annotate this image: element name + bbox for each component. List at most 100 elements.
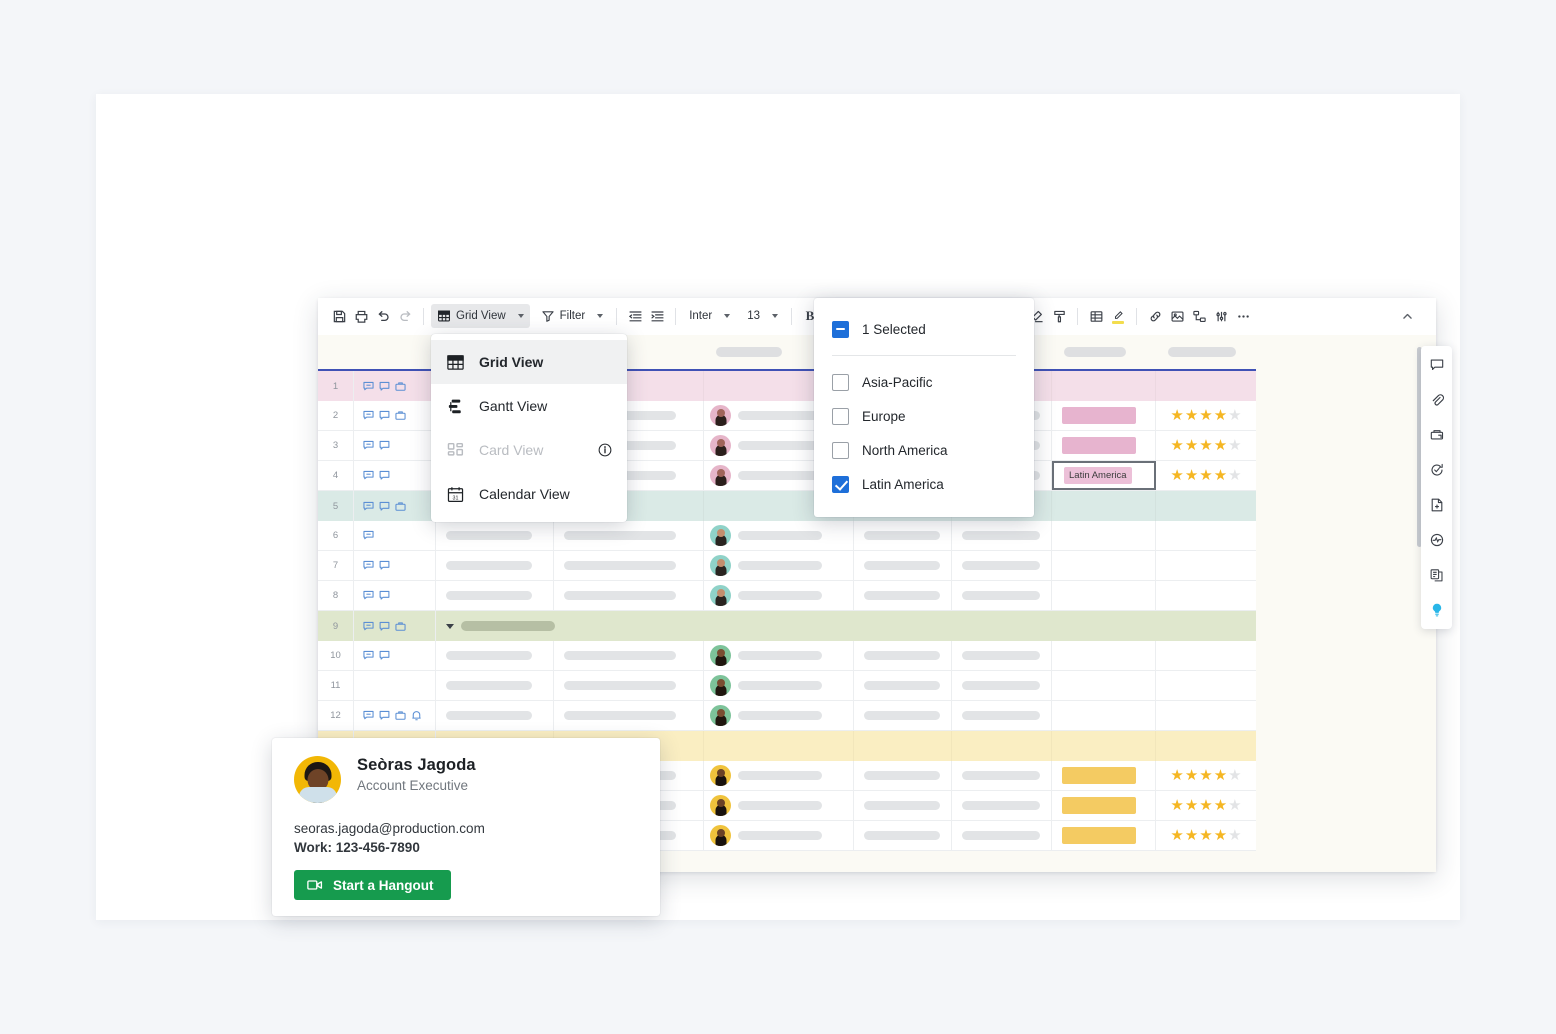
table-row[interactable]: 10 bbox=[318, 641, 1256, 671]
briefcase-icon[interactable] bbox=[394, 409, 407, 422]
grid-header-cell[interactable] bbox=[1052, 347, 1156, 357]
view-selector-button[interactable]: Grid View bbox=[431, 304, 530, 328]
grid-cell[interactable] bbox=[1052, 731, 1156, 761]
publish-icon[interactable] bbox=[1426, 564, 1448, 586]
star-icon[interactable]: ★ bbox=[1228, 438, 1241, 453]
insert-link-icon[interactable] bbox=[1144, 305, 1166, 327]
chat-icon[interactable] bbox=[378, 709, 391, 722]
grid-cell-region[interactable] bbox=[1052, 671, 1156, 700]
grid-cell[interactable] bbox=[704, 731, 854, 761]
more-options-icon[interactable] bbox=[1232, 305, 1254, 327]
grid-cell[interactable] bbox=[436, 581, 554, 610]
briefcase-icon[interactable] bbox=[394, 380, 407, 393]
chat-icon[interactable] bbox=[378, 620, 391, 633]
comment-icon[interactable] bbox=[362, 620, 375, 633]
redo-icon[interactable] bbox=[394, 305, 416, 327]
print-icon[interactable] bbox=[350, 305, 372, 327]
checkbox[interactable] bbox=[832, 407, 849, 425]
grid-cell-rating[interactable]: ★ ★ ★ ★ ★ bbox=[1156, 461, 1256, 490]
grid-cell[interactable] bbox=[436, 641, 554, 670]
star-icon[interactable]: ★ bbox=[1170, 768, 1183, 783]
comment-icon[interactable] bbox=[362, 439, 375, 452]
grid-cell[interactable] bbox=[436, 701, 554, 730]
avatar[interactable] bbox=[710, 585, 731, 606]
grid-cell[interactable] bbox=[1052, 491, 1156, 521]
star-icon[interactable]: ★ bbox=[1185, 468, 1198, 483]
grid-cell[interactable] bbox=[952, 761, 1052, 790]
table-row[interactable]: 12 bbox=[318, 701, 1256, 731]
grid-cell[interactable] bbox=[952, 731, 1052, 761]
grid-cell[interactable] bbox=[554, 641, 704, 670]
avatar[interactable] bbox=[710, 675, 731, 696]
star-rating[interactable]: ★ ★ ★ ★ ★ bbox=[1170, 828, 1241, 843]
star-icon[interactable]: ★ bbox=[1228, 798, 1241, 813]
grid-cell[interactable] bbox=[436, 551, 554, 580]
grid-cell-region[interactable]: Latin America bbox=[1052, 461, 1156, 490]
star-rating[interactable]: ★ ★ ★ ★ ★ bbox=[1170, 408, 1241, 423]
hierarchy-icon[interactable] bbox=[1188, 305, 1210, 327]
comment-icon[interactable] bbox=[362, 559, 375, 572]
lightbulb-icon[interactable] bbox=[1426, 599, 1448, 621]
attachment-icon[interactable] bbox=[1426, 389, 1448, 411]
collapse-toolbar-button[interactable] bbox=[1396, 305, 1418, 327]
collapse-triangle-icon[interactable] bbox=[446, 623, 454, 629]
grid-cell[interactable] bbox=[554, 551, 704, 580]
table-row[interactable]: 11 bbox=[318, 671, 1256, 701]
grid-cell-region[interactable] bbox=[1052, 401, 1156, 430]
avatar[interactable] bbox=[710, 435, 731, 456]
grid-cell-region[interactable] bbox=[1052, 701, 1156, 730]
grid-cell-rating[interactable] bbox=[1156, 581, 1256, 610]
avatar[interactable] bbox=[710, 795, 731, 816]
grid-cell[interactable] bbox=[554, 671, 704, 700]
chat-icon[interactable] bbox=[378, 469, 391, 482]
grid-cell[interactable] bbox=[436, 521, 554, 550]
star-icon[interactable]: ★ bbox=[1214, 828, 1227, 843]
filter-button[interactable]: Filter bbox=[535, 304, 610, 328]
briefcase-icon[interactable] bbox=[394, 620, 407, 633]
grid-cell-region[interactable] bbox=[1052, 431, 1156, 460]
format-painter-icon[interactable] bbox=[1048, 305, 1070, 327]
star-icon[interactable]: ★ bbox=[1228, 468, 1241, 483]
comment-icon[interactable] bbox=[362, 409, 375, 422]
grid-cell[interactable] bbox=[854, 551, 952, 580]
grid-cell-rating[interactable] bbox=[1156, 671, 1256, 700]
grid-cell-rating[interactable] bbox=[1156, 551, 1256, 580]
chat-icon[interactable] bbox=[378, 559, 391, 572]
star-icon[interactable]: ★ bbox=[1170, 438, 1183, 453]
star-icon[interactable]: ★ bbox=[1185, 408, 1198, 423]
grid-cell-rating[interactable]: ★ ★ ★ ★ ★ bbox=[1156, 821, 1256, 850]
grid-cell-assignee[interactable] bbox=[704, 821, 854, 850]
column-settings-icon[interactable] bbox=[1210, 305, 1232, 327]
view-menu-item-grid-view[interactable]: Grid View bbox=[431, 340, 627, 384]
grid-cell[interactable] bbox=[952, 821, 1052, 850]
avatar[interactable] bbox=[710, 465, 731, 486]
info-icon[interactable] bbox=[597, 442, 613, 458]
comment-icon[interactable] bbox=[1426, 354, 1448, 376]
avatar[interactable] bbox=[710, 555, 731, 576]
star-icon[interactable]: ★ bbox=[1185, 768, 1198, 783]
star-icon[interactable]: ★ bbox=[1199, 468, 1212, 483]
grid-cell-assignee[interactable] bbox=[704, 701, 854, 730]
star-icon[interactable]: ★ bbox=[1199, 798, 1212, 813]
star-icon[interactable]: ★ bbox=[1214, 468, 1227, 483]
star-icon[interactable]: ★ bbox=[1214, 408, 1227, 423]
grid-cell-rating[interactable]: ★ ★ ★ ★ ★ bbox=[1156, 791, 1256, 820]
grid-cell[interactable] bbox=[952, 551, 1052, 580]
grid-cell[interactable] bbox=[952, 581, 1052, 610]
undo-icon[interactable] bbox=[372, 305, 394, 327]
grid-cell[interactable] bbox=[554, 521, 704, 550]
filter-select-all-row[interactable]: 1 Selected bbox=[814, 312, 1034, 346]
star-icon[interactable]: ★ bbox=[1214, 438, 1227, 453]
select-all-checkbox[interactable] bbox=[832, 320, 849, 338]
star-icon[interactable]: ★ bbox=[1199, 768, 1212, 783]
grid-cell[interactable] bbox=[952, 791, 1052, 820]
grid-cell[interactable] bbox=[854, 671, 952, 700]
grid-cell-assignee[interactable] bbox=[704, 641, 854, 670]
table-row[interactable]: 8 bbox=[318, 581, 1256, 611]
chat-icon[interactable] bbox=[378, 409, 391, 422]
chat-icon[interactable] bbox=[378, 649, 391, 662]
grid-cell[interactable] bbox=[854, 701, 952, 730]
grid-cell-rating[interactable] bbox=[1156, 641, 1256, 670]
grid-header-cell[interactable] bbox=[1156, 347, 1256, 357]
insert-table-icon[interactable] bbox=[1085, 305, 1107, 327]
